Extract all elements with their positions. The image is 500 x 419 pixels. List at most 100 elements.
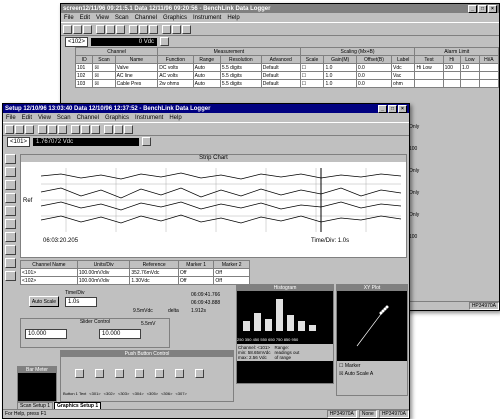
menu-file[interactable]: File (64, 15, 74, 21)
menu-help[interactable]: Help (169, 115, 181, 121)
table-row[interactable]: 102 ☒ AC line AC volts Auto 5.5 digits D… (74, 71, 499, 80)
xy-marker-checkbox[interactable]: ☐ Marker (339, 363, 405, 369)
slider-control-panel[interactable]: Slider Control 10.000 10.000 5.5mV (20, 318, 170, 348)
push-button-title: Push Button Control (61, 351, 233, 357)
open-icon[interactable] (73, 24, 82, 34)
open-icon[interactable] (15, 124, 24, 134)
push-button-305[interactable] (155, 369, 164, 378)
menu-view[interactable]: View (38, 115, 51, 121)
graph-icon[interactable] (139, 24, 148, 34)
stop-icon[interactable] (149, 24, 158, 34)
graph-icon[interactable] (81, 124, 90, 134)
menu-scan[interactable]: Scan (115, 15, 129, 21)
push-button-301[interactable] (75, 369, 84, 378)
save-icon[interactable] (83, 24, 92, 34)
menu-instrument[interactable]: Instrument (135, 115, 163, 121)
table-row[interactable]: <102> 100.00mV/div 1.30Vdc Off Off (20, 276, 250, 285)
minimize-icon[interactable]: _ (468, 4, 477, 13)
pause-icon[interactable] (114, 124, 123, 134)
menu-edit[interactable]: Edit (22, 115, 32, 121)
paste-icon[interactable] (106, 24, 115, 34)
channel-select[interactable]: <102> (65, 36, 89, 47)
digital-meter-tool-icon[interactable] (5, 219, 16, 229)
monitor-icon[interactable] (160, 37, 170, 46)
menu-graphics[interactable]: Graphics (105, 115, 129, 121)
histogram-panel[interactable]: Histogram 250 350 450 550 650 750 850 95… (236, 284, 334, 384)
print-icon[interactable] (58, 124, 67, 134)
step-icon[interactable] (124, 124, 133, 134)
push-button-306[interactable] (175, 369, 184, 378)
led-tool-icon[interactable] (5, 271, 16, 281)
push-button-304[interactable] (135, 369, 144, 378)
back-title-bar[interactable]: screen12/11/96 09:21:5.1 Data 12/11/96 0… (61, 4, 499, 13)
slider-value-left[interactable]: 10.000 (25, 329, 67, 339)
new-icon[interactable] (5, 124, 14, 134)
menu-edit[interactable]: Edit (80, 15, 90, 21)
strip-chart-plot[interactable]: Ref 06:03:20.205 Time/Div: 1.0s (21, 162, 406, 250)
scale-checkbox[interactable]: ☐ (299, 79, 325, 88)
menu-channel[interactable]: Channel (135, 15, 157, 21)
histogram-tool-icon[interactable] (5, 167, 16, 177)
button-text-label: Button 1 Text (63, 391, 87, 396)
menu-channel[interactable]: Channel (77, 115, 99, 121)
bar-meter-panel[interactable]: Bar Meter (17, 366, 57, 402)
slider-tool-icon[interactable] (5, 245, 16, 255)
bar-meter-tool-icon[interactable] (5, 193, 16, 203)
time-div-select[interactable]: 1.0s (65, 297, 97, 307)
scan-checkbox[interactable]: ☒ (92, 63, 116, 72)
monitor-icon[interactable] (142, 137, 152, 146)
text-tool-icon[interactable] (5, 232, 16, 242)
slider-value-right[interactable]: 10.000 (99, 329, 141, 339)
menu-scan[interactable]: Scan (57, 115, 71, 121)
group-alarm: Alarm Limit (414, 47, 499, 56)
scale-checkbox[interactable]: ☐ (299, 71, 325, 80)
xy-plot-panel[interactable]: XY Plot ☐ Marker ☒ Auto Scale A (336, 284, 408, 396)
channel-select[interactable]: <101> (7, 136, 31, 147)
front-title-bar[interactable]: Setup 12/10/96 13:03:40 Data 12/10/96 12… (3, 104, 409, 113)
button-tool-icon[interactable] (5, 258, 16, 268)
channel-icon[interactable] (71, 124, 80, 134)
strip-chart-tool-icon[interactable] (5, 154, 16, 164)
minimize-icon[interactable]: _ (378, 104, 387, 113)
maximize-icon[interactable]: □ (388, 104, 397, 113)
front-window[interactable]: Setup 12/10/96 13:03:40 Data 12/10/96 12… (2, 103, 410, 419)
scan-checkbox[interactable]: ☒ (92, 79, 116, 88)
scan-checkbox[interactable]: ☒ (92, 71, 116, 80)
menu-help[interactable]: Help (227, 15, 239, 21)
print-icon[interactable] (116, 24, 125, 34)
pause-icon[interactable] (172, 24, 181, 34)
paste-icon[interactable] (48, 124, 57, 134)
auto-scale-button[interactable]: Auto Scale (29, 296, 59, 307)
push-button-panel[interactable]: Push Button Control Button 1 Text <301> … (60, 350, 234, 402)
menu-file[interactable]: File (6, 115, 16, 121)
push-button-303[interactable] (115, 369, 124, 378)
menu-view[interactable]: View (96, 15, 109, 21)
maximize-icon[interactable]: □ (478, 4, 487, 13)
table-row[interactable]: 103 ☒ Cable Pres 2w ohms Auto 5.5 digits… (74, 79, 499, 88)
push-button-307[interactable] (195, 369, 204, 378)
close-icon[interactable]: × (398, 104, 407, 113)
xy-autoscale-checkbox[interactable]: ☒ Auto Scale A (339, 371, 405, 377)
menu-graphics[interactable]: Graphics (163, 15, 187, 21)
bar-meter-title: Bar Meter (18, 367, 56, 373)
xy-plot-tool-icon[interactable] (5, 180, 16, 190)
table-row[interactable]: <101> 100.00mV/div 352.76mVdc Off Off (20, 268, 250, 277)
push-button-302[interactable] (95, 369, 104, 378)
step-icon[interactable] (182, 24, 191, 34)
copy-icon[interactable] (38, 124, 47, 134)
table-row[interactable]: 101 ☒ Valve DC volts Auto 5.5 digits Def… (74, 63, 499, 72)
gauge-tool-icon[interactable] (5, 206, 16, 216)
menu-instrument[interactable]: Instrument (193, 15, 221, 21)
stop-icon[interactable] (91, 124, 100, 134)
save-icon[interactable] (25, 124, 34, 134)
status-none: None (358, 410, 377, 418)
close-icon[interactable]: × (488, 4, 497, 13)
xy-plot-area (337, 291, 407, 361)
play-icon[interactable] (104, 124, 113, 134)
channel-icon[interactable] (129, 24, 138, 34)
scale-checkbox[interactable]: ☐ (299, 63, 325, 72)
new-icon[interactable] (63, 24, 72, 34)
strip-chart-panel[interactable]: Strip Chart Ref 06:03:20.205 Time/Div: 1… (20, 154, 407, 258)
copy-icon[interactable] (96, 24, 105, 34)
play-icon[interactable] (162, 24, 171, 34)
